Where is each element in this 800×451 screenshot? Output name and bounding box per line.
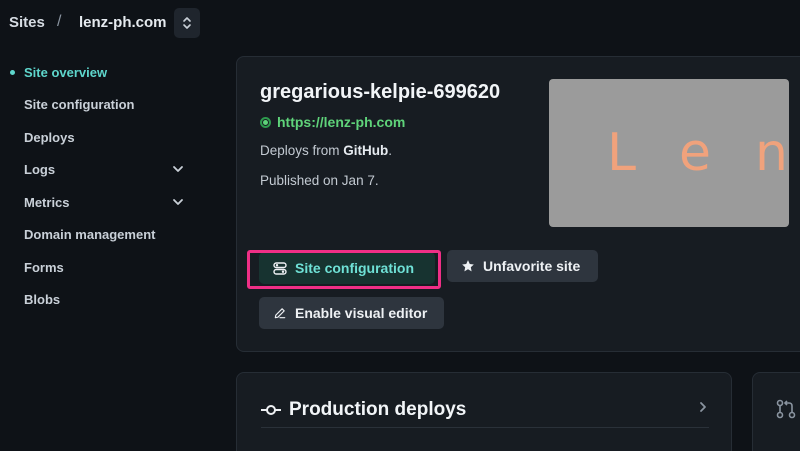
site-preview-thumbnail[interactable]: Len [549, 79, 789, 227]
sidebar-item-deploys[interactable]: Deploys [24, 127, 184, 147]
site-overview-card: gregarious-kelpie-699620 https://lenz-ph… [236, 56, 800, 352]
preview-text: Len [607, 123, 788, 183]
status-online-icon [260, 116, 271, 128]
chevron-down-icon [173, 166, 183, 172]
enable-visual-editor-button-label: Enable visual editor [295, 305, 428, 321]
sidebar-item-label: Site configuration [24, 96, 135, 112]
unfavorite-site-button[interactable]: Unfavorite site [447, 250, 598, 282]
chevron-down-icon [173, 199, 183, 205]
sidebar-item-label: Metrics [24, 194, 70, 210]
pull-request-icon [776, 399, 796, 419]
sidebar-item-label: Site overview [24, 64, 108, 80]
deploy-source-name: GitHub [343, 143, 389, 158]
sidebar-item-domain-management[interactable]: Domain management [24, 224, 184, 244]
sidebar-item-label: Forms [24, 259, 64, 275]
production-deploys-heading: Production deploys [289, 399, 467, 420]
breadcrumb-site-name[interactable]: lenz-ph.com [79, 14, 167, 31]
deploy-source-text: Deploys from GitHub. [260, 143, 392, 158]
divider [261, 427, 709, 428]
deploy-source-prefix: Deploys from [260, 143, 344, 158]
site-switcher-button[interactable] [174, 8, 200, 38]
site-configuration-button[interactable]: Site configuration [259, 252, 435, 284]
deploy-previews-card [752, 372, 800, 451]
production-deploys-card: Production deploys [236, 372, 732, 451]
site-name-heading: gregarious-kelpie-699620 [260, 81, 501, 103]
breadcrumb-separator: / [57, 13, 62, 30]
breadcrumb-sites-link[interactable]: Sites [9, 14, 45, 31]
toggles-icon [273, 261, 287, 275]
sidebar-item-label: Logs [24, 161, 56, 177]
sidebar-item-logs[interactable]: Logs [24, 159, 184, 179]
sidebar-item-label: Deploys [24, 129, 75, 145]
sidebar-item-site-configuration[interactable]: Site configuration [24, 94, 184, 114]
star-icon [462, 260, 474, 272]
sidebar-item-site-overview[interactable]: Site overview [10, 62, 184, 82]
sidebar-item-label: Domain management [24, 226, 156, 242]
sidebar-item-forms[interactable]: Forms [24, 257, 184, 277]
pencil-icon [274, 308, 286, 319]
sidebar-item-metrics[interactable]: Metrics [24, 192, 184, 212]
deploy-source-suffix: . [388, 143, 393, 158]
enable-visual-editor-button[interactable]: Enable visual editor [259, 297, 444, 329]
top-bar: Sites / lenz-ph.com [0, 0, 800, 46]
chevron-up-down-icon [183, 17, 191, 29]
unfavorite-site-button-label: Unfavorite site [483, 258, 581, 274]
site-url-row: https://lenz-ph.com [260, 114, 405, 130]
published-date-text: Published on Jan 7. [260, 173, 379, 188]
site-configuration-button-label: Site configuration [295, 260, 414, 276]
git-commit-icon [261, 405, 281, 415]
active-indicator [10, 70, 15, 75]
sidebar-item-blobs[interactable]: Blobs [24, 289, 184, 309]
site-url-link[interactable]: https://lenz-ph.com [277, 114, 405, 130]
chevron-right-icon[interactable] [699, 401, 707, 413]
sidebar-item-label: Blobs [24, 291, 61, 307]
